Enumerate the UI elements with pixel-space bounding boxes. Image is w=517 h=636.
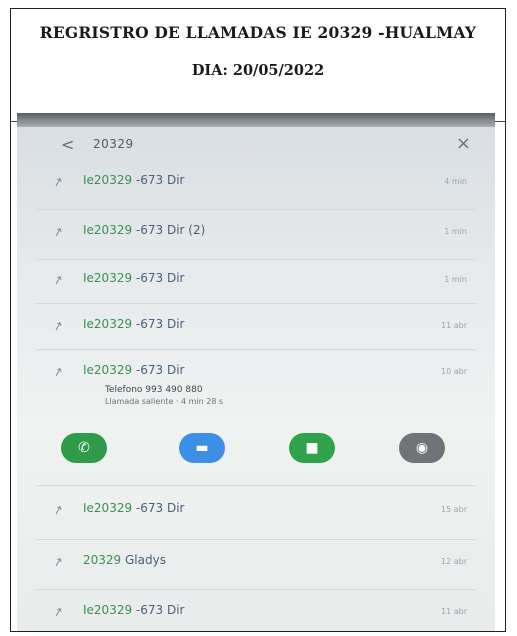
message-button[interactable]: ▬ (179, 433, 225, 463)
call-duration: Llamada saliente · 4 min 28 s (105, 397, 224, 406)
contact-name: Ie20329 -673 Dir (83, 173, 185, 187)
call-button[interactable]: ✆ (61, 433, 107, 463)
call-log-row[interactable]: ↗ Ie20329 -673 Dir 11 abr (17, 311, 495, 351)
video-call-button[interactable]: ■ (289, 433, 335, 463)
close-icon[interactable]: × (456, 133, 471, 154)
outgoing-call-icon: ↗ (51, 317, 65, 335)
call-log-row-expanded[interactable]: ↗ Ie20329 -673 Dir 10 abr (17, 357, 495, 397)
call-time: 11 abr (441, 607, 467, 616)
contact-name: Ie20329 -673 Dir (83, 501, 185, 515)
divider (37, 349, 475, 350)
call-time: 11 abr (441, 321, 467, 330)
divider (37, 209, 475, 210)
call-phone-number: Telefono 993 490 880 (105, 385, 203, 395)
search-input[interactable]: 20329 (93, 137, 134, 151)
outgoing-call-icon: ↗ (51, 271, 65, 289)
phone-icon: ✆ (78, 440, 90, 456)
call-log-row[interactable]: ↗ Ie20329 -673 Dir 1 min (17, 265, 495, 305)
call-log-row[interactable]: ↗ 20329 Gladys 12 abr (17, 547, 495, 587)
call-time: 4 min (444, 177, 467, 186)
details-button[interactable]: ◉ (399, 433, 445, 463)
outgoing-call-icon: ↗ (51, 603, 65, 621)
call-log-row[interactable]: ↗ Ie20329 -673 Dir 11 abr (17, 597, 495, 631)
divider (37, 589, 475, 590)
document-header: REGRISTRO DE LLAMADAS IE 20329 -HUALMAY … (11, 23, 505, 122)
page-date: DIA: 20/05/2022 (191, 62, 325, 79)
call-time: 12 abr (441, 557, 467, 566)
contact-name: Ie20329 -673 Dir (83, 363, 185, 377)
outgoing-call-icon: ↗ (51, 223, 65, 241)
outgoing-call-icon: ↗ (51, 501, 65, 519)
outgoing-call-icon: ↗ (51, 553, 65, 571)
info-icon: ◉ (415, 440, 429, 456)
phone-status-bar (17, 113, 495, 127)
contact-name: 20329 Gladys (83, 553, 166, 567)
call-time: 10 abr (441, 367, 467, 376)
contact-name: Ie20329 -673 Dir (2) (83, 223, 206, 237)
call-log-row[interactable]: ↗ Ie20329 -673 Dir 4 min (17, 167, 495, 207)
call-time: 1 min (444, 227, 467, 236)
page-title: REGRISTRO DE LLAMADAS IE 20329 -HUALMAY (39, 23, 477, 42)
divider (37, 259, 475, 260)
search-bar: < 20329 × (17, 129, 495, 163)
call-time: 1 min (444, 275, 467, 284)
call-log-row[interactable]: ↗ Ie20329 -673 Dir (2) 1 min (17, 217, 495, 257)
call-log-row[interactable]: ↗ Ie20329 -673 Dir 15 abr (17, 495, 495, 535)
contact-name: Ie20329 -673 Dir (83, 603, 185, 617)
call-details: Telefono 993 490 880 Llamada saliente · … (105, 385, 223, 406)
divider (37, 485, 475, 486)
message-icon: ▬ (195, 440, 209, 456)
back-arrow-icon[interactable]: < (61, 135, 74, 154)
contact-name: Ie20329 -673 Dir (83, 271, 185, 285)
call-time: 15 abr (441, 505, 467, 514)
outgoing-call-icon: ↗ (51, 173, 65, 191)
divider (37, 539, 475, 540)
phone-screenshot: < 20329 × ↗ Ie20329 -673 Dir 4 min ↗ Ie2… (17, 113, 495, 631)
outgoing-call-icon: ↗ (51, 363, 65, 381)
document-page: REGRISTRO DE LLAMADAS IE 20329 -HUALMAY … (10, 8, 506, 632)
divider (37, 303, 475, 304)
video-icon: ■ (305, 440, 319, 456)
contact-name: Ie20329 -673 Dir (83, 317, 185, 331)
